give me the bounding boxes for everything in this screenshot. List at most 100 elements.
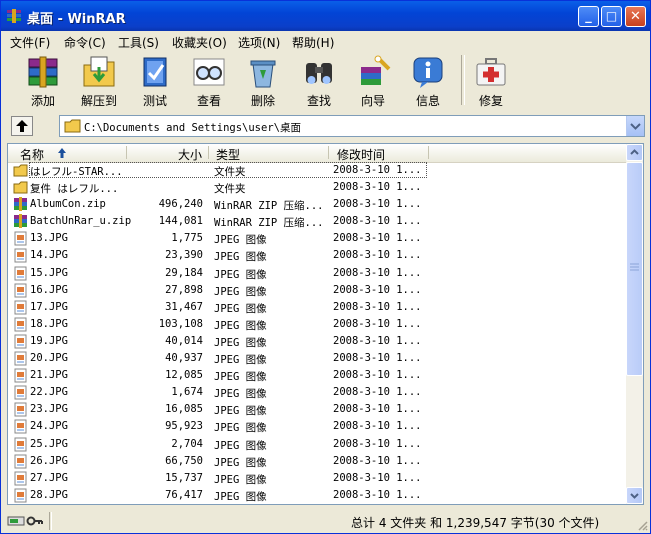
maximize-button[interactable]: □ (601, 6, 622, 27)
file-size: 29,184 (165, 266, 203, 279)
file-name: はレフル-STAR... (30, 166, 123, 178)
file-type: WinRAR ZIP 压缩... (214, 217, 324, 230)
extract-to-button[interactable]: 解压到 (71, 53, 127, 108)
file-list[interactable]: 名称 大小 类型 修改时间 はレフル-STAR... 文件夹 2008-3-10 1… (7, 143, 644, 505)
winrar-window: 桌面 - WinRAR _ □ ✕ 文件(F) 命令(C) 工具(S) 收藏夹(… (0, 0, 651, 534)
table-row[interactable]: はレフル-STAR... 文件夹 2008-3-10 1... (8, 162, 628, 179)
menu-commands[interactable]: 命令(C) (64, 34, 106, 51)
info-label: 信息 (415, 94, 440, 108)
menu-favorites[interactable]: 收藏夹(O) (172, 34, 227, 51)
delete-button[interactable]: 删除 (235, 53, 291, 108)
file-modified: 2008-3-10 1... (333, 266, 422, 279)
drive-key-icon[interactable] (7, 514, 43, 528)
resize-grip-icon[interactable] (636, 519, 648, 531)
info-icon (413, 57, 443, 88)
jpeg-image-icon (14, 231, 27, 246)
table-row[interactable]: 14.JPG 23,390 JPEG 图像 2008-3-10 1... (8, 247, 628, 264)
file-modified: 2008-3-10 1... (333, 215, 422, 228)
repair-button[interactable]: 修复 (463, 53, 519, 108)
table-row[interactable]: BatchUnRar_u.zip 144,081 WinRAR ZIP 压缩... 2… (8, 213, 628, 230)
column-divider[interactable] (208, 146, 209, 159)
file-name: 22.JPG (30, 386, 68, 399)
scroll-up-button[interactable] (626, 144, 643, 161)
wizard-label: 向导 (360, 94, 385, 108)
add-books-icon (28, 56, 58, 88)
find-button[interactable]: 查找 (291, 53, 347, 108)
delete-label: 删除 (250, 94, 275, 108)
address-combobox[interactable]: C:\Documents and Settings\user\桌面 (59, 115, 645, 137)
up-arrow-icon (16, 120, 28, 132)
table-row[interactable]: AlbumCon.zip 496,240 WinRAR ZIP 压缩... 2008-… (8, 196, 628, 213)
file-modified: 2008-3-10 1... (333, 420, 422, 433)
close-button[interactable]: ✕ (625, 6, 646, 27)
scroll-thumb[interactable] (626, 162, 643, 376)
zip-archive-icon (14, 197, 27, 212)
vertical-scrollbar[interactable] (626, 144, 643, 504)
table-row[interactable]: 26.JPG 66,750 JPEG 图像 2008-3-10 1... (8, 453, 628, 470)
column-divider[interactable] (126, 146, 127, 159)
repair-label: 修复 (478, 94, 503, 108)
zip-archive-icon (14, 214, 27, 229)
find-binoculars-icon (306, 63, 332, 84)
wizard-icon (361, 55, 391, 85)
view-glasses-icon (193, 58, 225, 86)
column-divider[interactable] (328, 146, 329, 159)
file-type: JPEG 图像 (214, 405, 267, 418)
menu-bar: 文件(F) 命令(C) 工具(S) 收藏夹(O) 选项(N) 帮助(H) (1, 31, 650, 51)
view-button[interactable]: 查看 (181, 53, 237, 108)
table-row[interactable]: 21.JPG 12,085 JPEG 图像 2008-3-10 1... (8, 367, 628, 384)
menu-file[interactable]: 文件(F) (10, 34, 50, 51)
file-name: 18.JPG (30, 317, 68, 330)
table-row[interactable]: 25.JPG 2,704 JPEG 图像 2008-3-10 1... (8, 436, 628, 453)
menu-help[interactable]: 帮助(H) (292, 34, 334, 51)
menu-tools[interactable]: 工具(S) (118, 34, 159, 51)
minimize-button[interactable]: _ (578, 6, 599, 27)
jpeg-image-icon (14, 419, 27, 434)
file-size: 144,081 (158, 215, 203, 228)
column-divider[interactable] (428, 146, 429, 159)
file-name: 14.JPG (30, 249, 68, 262)
jpeg-image-icon (14, 334, 27, 349)
address-path: C:\Documents and Settings\user\桌面 (84, 122, 301, 134)
wizard-button[interactable]: 向导 (345, 53, 401, 108)
file-size: 31,467 (165, 300, 203, 313)
add-button[interactable]: 添加 (15, 53, 71, 108)
table-row[interactable]: 18.JPG 103,108 JPEG 图像 2008-3-10 1... (8, 316, 628, 333)
file-rows: はレフル-STAR... 文件夹 2008-3-10 1... 复件 はレフル... 文… (8, 162, 628, 504)
table-row[interactable]: 17.JPG 31,467 JPEG 图像 2008-3-10 1... (8, 299, 628, 316)
up-folder-button[interactable] (11, 116, 33, 136)
title-bar[interactable]: 桌面 - WinRAR _ □ ✕ (1, 1, 650, 31)
file-name: AlbumCon.zip (30, 198, 106, 211)
column-name[interactable]: 名称 (20, 146, 44, 163)
table-row[interactable]: 23.JPG 16,085 JPEG 图像 2008-3-10 1... (8, 401, 628, 418)
test-button[interactable]: 测试 (127, 53, 183, 108)
file-modified: 2008-3-10 1... (333, 369, 422, 382)
file-type: JPEG 图像 (214, 354, 267, 367)
table-row[interactable]: 22.JPG 1,674 JPEG 图像 2008-3-10 1... (8, 384, 628, 401)
table-row[interactable]: 复件 はレフル... 文件夹 2008-3-10 1... (8, 179, 628, 196)
column-size[interactable]: 大小 (178, 146, 202, 163)
table-row[interactable]: 27.JPG 15,737 JPEG 图像 2008-3-10 1... (8, 470, 628, 487)
info-button[interactable]: 信息 (400, 53, 456, 108)
file-modified: 2008-3-10 1... (333, 386, 422, 399)
column-type[interactable]: 类型 (216, 146, 240, 163)
table-row[interactable]: 24.JPG 95,923 JPEG 图像 2008-3-10 1... (8, 418, 628, 435)
table-row[interactable]: 28.JPG 76,417 JPEG 图像 2008-3-10 1... (8, 487, 628, 504)
file-type: JPEG 图像 (214, 490, 267, 503)
table-row[interactable]: 15.JPG 29,184 JPEG 图像 2008-3-10 1... (8, 265, 628, 282)
extract-folder-icon (83, 56, 115, 87)
find-label: 查找 (306, 94, 331, 108)
winrar-app-icon (7, 9, 21, 23)
file-name: 27.JPG (30, 471, 68, 484)
file-size: 12,085 (165, 369, 203, 382)
table-row[interactable]: 16.JPG 27,898 JPEG 图像 2008-3-10 1... (8, 282, 628, 299)
table-row[interactable]: 19.JPG 40,014 JPEG 图像 2008-3-10 1... (8, 333, 628, 350)
table-row[interactable]: 20.JPG 40,937 JPEG 图像 2008-3-10 1... (8, 350, 628, 367)
menu-options[interactable]: 选项(N) (238, 34, 280, 51)
file-size: 15,737 (165, 471, 203, 484)
table-row[interactable]: 13.JPG 1,775 JPEG 图像 2008-3-10 1... (8, 230, 628, 247)
file-size: 23,390 (165, 249, 203, 262)
scroll-down-button[interactable] (626, 487, 643, 504)
column-modified[interactable]: 修改时间 (337, 146, 385, 163)
address-dropdown-button[interactable] (626, 116, 644, 136)
